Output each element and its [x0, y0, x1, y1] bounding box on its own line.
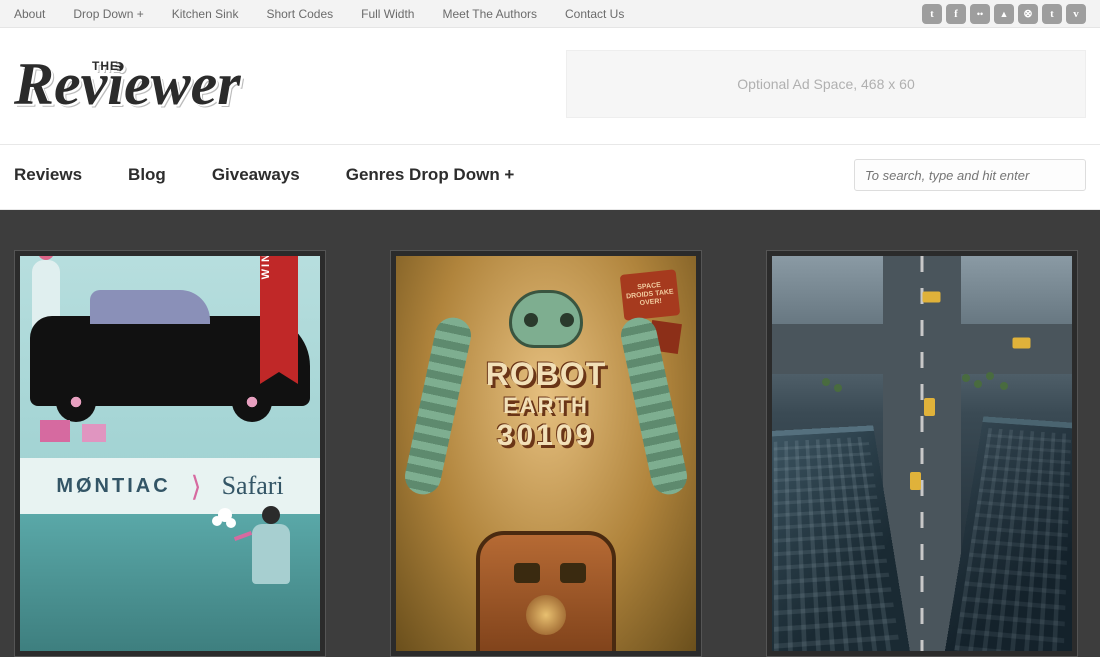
nav-about[interactable]: About [14, 7, 45, 21]
featured-card[interactable]: WIN MØNTIAC ⟩ Safari [14, 250, 326, 657]
chevron-icon: ⟩ [191, 470, 202, 503]
brand-montiac: MØNTIAC [56, 475, 170, 498]
nav-meet-authors[interactable]: Meet The Authors [442, 7, 537, 21]
title-line-3: 30109 [486, 419, 607, 453]
wheel-icon [232, 382, 272, 422]
brand-safari: Safari [222, 471, 284, 501]
logo-main: Reviewer [14, 51, 241, 117]
forrst-icon[interactable]: ▲ [994, 4, 1014, 24]
nav-dropdown[interactable]: Drop Down + [73, 7, 143, 21]
street-scene-icon [772, 256, 1072, 651]
win-ribbon: WIN [260, 256, 298, 372]
taxi-icon [910, 472, 921, 490]
nav-contact[interactable]: Contact Us [565, 7, 624, 21]
vimeo-icon[interactable]: v [1066, 4, 1086, 24]
dribbble-icon[interactable]: ⊗ [1018, 4, 1038, 24]
top-bar: About Drop Down + Kitchen Sink Short Cod… [0, 0, 1100, 28]
logo-the: THE [92, 60, 119, 72]
flickr-icon[interactable]: •• [970, 4, 990, 24]
main-nav-links: Reviews Blog Giveaways Genres Drop Down … [14, 165, 514, 185]
nav-genres-dropdown[interactable]: Genres Drop Down + [346, 165, 515, 185]
taxi-icon [923, 292, 941, 303]
taxi-icon [1013, 338, 1031, 349]
robot-chest-icon [526, 595, 566, 635]
gift-icon [40, 420, 70, 442]
twitter-icon[interactable]: t [922, 4, 942, 24]
gift-icon [82, 424, 106, 442]
ad-space: Optional Ad Space, 468 x 60 [566, 50, 1086, 118]
search-box [854, 159, 1086, 191]
nav-reviews[interactable]: Reviews [14, 165, 82, 185]
ad-placeholder-text: Optional Ad Space, 468 x 60 [737, 76, 914, 92]
figure-man-icon [252, 524, 290, 584]
featured-card[interactable]: SPACE DROIDS TAKE OVER! ROBOT EARTH 3010… [390, 250, 702, 657]
search-input[interactable] [854, 159, 1086, 191]
nav-giveaways[interactable]: Giveaways [212, 165, 300, 185]
nav-short-codes[interactable]: Short Codes [266, 7, 333, 21]
taxi-icon [924, 398, 935, 416]
trees-icon [962, 374, 970, 382]
site-logo[interactable]: THE Reviewer [14, 54, 241, 114]
poster-city-aerial [772, 256, 1072, 651]
ribbon-label: WIN [260, 256, 298, 293]
stamp-badge: SPACE DROIDS TAKE OVER! [620, 269, 681, 321]
main-nav: Reviews Blog Giveaways Genres Drop Down … [0, 145, 1100, 210]
poster-robot-earth: SPACE DROIDS TAKE OVER! ROBOT EARTH 3010… [396, 256, 696, 651]
logo-text: THE Reviewer [14, 54, 241, 114]
nav-full-width[interactable]: Full Width [361, 7, 414, 21]
facebook-icon[interactable]: f [946, 4, 966, 24]
top-nav: About Drop Down + Kitchen Sink Short Cod… [14, 7, 624, 21]
title-line-1: ROBOT [486, 356, 607, 393]
nav-kitchen-sink[interactable]: Kitchen Sink [172, 7, 239, 21]
poster-title: ROBOT EARTH 30109 [486, 356, 607, 453]
poster-montiac-safari: WIN MØNTIAC ⟩ Safari [20, 256, 320, 651]
site-header: THE Reviewer Optional Ad Space, 468 x 60 [0, 28, 1100, 145]
smoke-icon [226, 518, 236, 528]
poster-brandband: MØNTIAC ⟩ Safari [20, 458, 320, 514]
skyscraper-icon [944, 416, 1072, 651]
robot-arm-icon [402, 314, 475, 498]
tumblr-icon[interactable]: t [1042, 4, 1062, 24]
wheel-icon [56, 382, 96, 422]
social-links: t f •• ▲ ⊗ t v [922, 4, 1086, 24]
robot-body-icon [476, 531, 616, 651]
featured-row: WIN MØNTIAC ⟩ Safari SPACE DROIDS TAKE O… [0, 210, 1100, 657]
nav-blog[interactable]: Blog [128, 165, 166, 185]
title-line-2: EARTH [486, 393, 607, 419]
featured-card[interactable] [766, 250, 1078, 657]
robot-head-icon [509, 290, 583, 348]
